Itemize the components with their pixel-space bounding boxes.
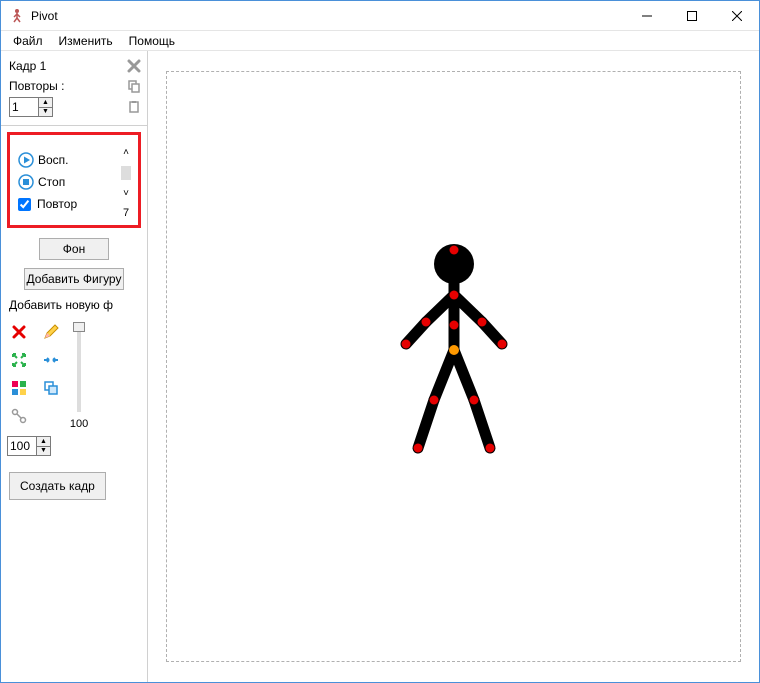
play-icon [18, 152, 34, 168]
background-button[interactable]: Фон [39, 238, 109, 260]
create-frame-button[interactable]: Создать кадр [9, 472, 106, 500]
opacity-slider[interactable]: 100 [71, 320, 87, 430]
flip-tool[interactable] [37, 348, 65, 372]
speed-up-icon[interactable]: ˄ [123, 147, 129, 158]
duplicate-tool[interactable] [37, 376, 65, 400]
loop-label: Повтор [37, 197, 77, 211]
scale-spinner[interactable]: ▲ ▼ [7, 436, 51, 456]
stop-label: Стоп [38, 175, 65, 189]
speed-value: 7 [123, 207, 129, 219]
app-icon [9, 8, 25, 24]
menu-edit[interactable]: Изменить [51, 32, 121, 50]
maximize-button[interactable] [669, 1, 714, 30]
titlebar: Pivot [1, 1, 759, 31]
center-tool[interactable] [5, 348, 33, 372]
stop-button[interactable]: Стоп [18, 171, 130, 193]
scale-input[interactable] [8, 437, 36, 455]
tool-panel: 100 [1, 318, 147, 432]
play-label: Восп. [38, 153, 69, 167]
delete-tool[interactable] [5, 320, 33, 344]
menu-help[interactable]: Помощь [121, 32, 183, 50]
opacity-thumb[interactable] [73, 322, 85, 332]
join-tool[interactable] [5, 404, 33, 428]
paste-icon[interactable] [125, 98, 143, 116]
repeats-input[interactable] [10, 98, 38, 116]
add-new-label: Добавить новую ф [5, 296, 147, 314]
loop-checkbox[interactable] [18, 198, 31, 211]
colors-tool[interactable] [5, 376, 33, 400]
copy-icon[interactable] [125, 77, 143, 95]
sidebar: Кадр 1 Повторы : ▲ [1, 51, 148, 682]
scale-down[interactable]: ▼ [37, 447, 50, 456]
opacity-value: 100 [70, 418, 88, 430]
edit-tool[interactable] [37, 320, 65, 344]
repeats-down[interactable]: ▼ [39, 108, 52, 117]
repeats-label: Повторы : [9, 79, 125, 93]
scale-up[interactable]: ▲ [37, 437, 50, 447]
speed-down-icon[interactable]: ˅ [123, 188, 129, 199]
frame-number-label: Кадр 1 [9, 59, 125, 73]
speed-slider[interactable]: ˄ ˅ 7 [118, 147, 134, 219]
window-title: Pivot [31, 9, 624, 23]
frame-panel: Кадр 1 Повторы : ▲ [1, 51, 147, 126]
repeats-spinner[interactable]: ▲ ▼ [9, 97, 53, 117]
add-figure-button[interactable]: Добавить Фигуру [24, 268, 124, 290]
stick-figure[interactable] [384, 240, 524, 470]
playback-panel: Восп. Стоп Повтор ˄ ˅ 7 [7, 132, 141, 228]
stop-icon [18, 174, 34, 190]
speed-thumb[interactable] [121, 166, 131, 180]
menubar: Файл Изменить Помощь [1, 31, 759, 51]
menu-file[interactable]: Файл [5, 32, 51, 50]
minimize-button[interactable] [624, 1, 669, 30]
canvas-area [148, 51, 759, 682]
canvas[interactable] [166, 71, 741, 662]
close-button[interactable] [714, 1, 759, 30]
delete-frame-icon[interactable] [125, 57, 143, 75]
repeats-up[interactable]: ▲ [39, 98, 52, 108]
play-button[interactable]: Восп. [18, 149, 130, 171]
